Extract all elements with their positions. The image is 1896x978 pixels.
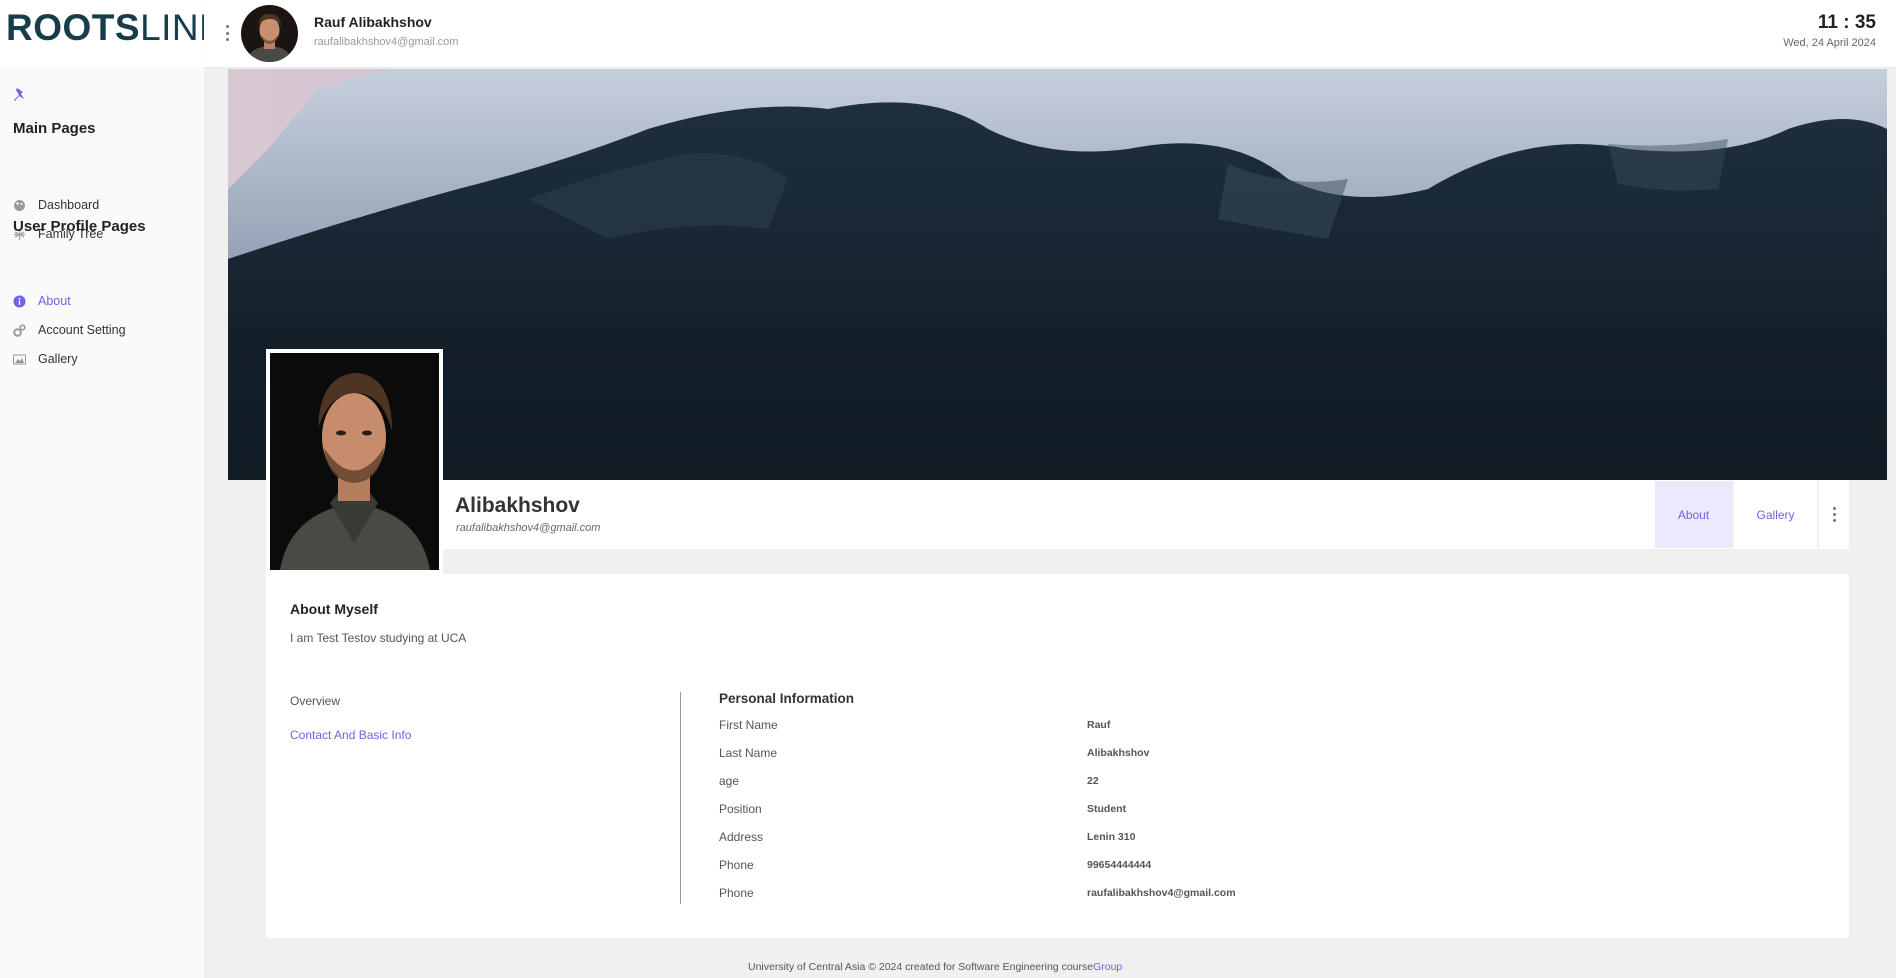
info-row: Address Lenin 310 bbox=[719, 830, 1719, 846]
divider bbox=[680, 692, 681, 904]
footer-group-link[interactable]: Group bbox=[1093, 961, 1122, 973]
info-value: 22 bbox=[1087, 775, 1099, 787]
info-value: Lenin 310 bbox=[1087, 831, 1136, 843]
info-row: Phone raufalibakhshov4@gmail.com bbox=[719, 886, 1719, 902]
info-label: Phone bbox=[719, 858, 754, 872]
info-row: Phone 99654444444 bbox=[719, 858, 1719, 874]
sidebar-item-label: Dashboard bbox=[38, 198, 100, 212]
header-menu-button[interactable] bbox=[224, 25, 230, 41]
footer: University of Central Asia © 2024 create… bbox=[748, 961, 1122, 973]
footer-text: University of Central Asia © 2024 create… bbox=[748, 961, 1094, 973]
section-title-user-profile-pages: User Profile Pages bbox=[13, 218, 146, 235]
info-icon bbox=[13, 295, 26, 308]
more-options-button[interactable] bbox=[1820, 481, 1849, 548]
info-value: Rauf bbox=[1087, 719, 1111, 731]
sidebar-item-label: Gallery bbox=[38, 352, 78, 366]
tab-about[interactable]: About bbox=[1655, 481, 1732, 548]
tab-divider bbox=[1817, 481, 1819, 548]
sidebar-item-gallery[interactable]: Gallery bbox=[13, 349, 78, 369]
image-icon bbox=[13, 353, 26, 366]
header-bar bbox=[204, 0, 1896, 67]
info-label: Address bbox=[719, 830, 764, 844]
profile-email: raufalibakhshov4@gmail.com bbox=[456, 522, 601, 534]
info-label: age bbox=[719, 774, 740, 788]
info-label: Last Name bbox=[719, 746, 778, 760]
header-user-email: raufalibakhshov4@gmail.com bbox=[314, 36, 459, 48]
info-label: Phone bbox=[719, 886, 754, 900]
sidebar-item-dashboard[interactable]: Dashboard bbox=[13, 195, 99, 215]
info-value: 99654444444 bbox=[1087, 859, 1152, 871]
about-title: About Myself bbox=[290, 601, 378, 617]
link-contact-basic-info[interactable]: Contact And Basic Info bbox=[290, 728, 411, 742]
info-row: age 22 bbox=[719, 774, 1719, 790]
sidebar: Main Pages Dashboard Family Tree User Pr… bbox=[0, 67, 204, 978]
clock-time: 11 : 35 bbox=[1817, 12, 1876, 33]
info-value: Alibakhshov bbox=[1087, 747, 1150, 759]
sidebar-item-label: Account Setting bbox=[38, 323, 126, 337]
personal-info-title: Personal Information bbox=[719, 691, 855, 706]
sidebar-item-account-setting[interactable]: Account Setting bbox=[13, 320, 126, 340]
avatar[interactable] bbox=[241, 5, 298, 62]
info-row: Position Student bbox=[719, 802, 1719, 818]
tab-gallery[interactable]: Gallery bbox=[1734, 481, 1817, 548]
info-value: Student bbox=[1087, 803, 1127, 815]
pin-icon[interactable] bbox=[12, 87, 28, 103]
section-title-main-pages: Main Pages bbox=[13, 120, 96, 137]
info-value: raufalibakhshov4@gmail.com bbox=[1087, 887, 1236, 899]
profile-photo bbox=[266, 349, 443, 574]
top-header: ROOTSLINK Rauf Alibakhshov raufalibakhsh… bbox=[0, 0, 1896, 67]
about-text: I am Test Testov studying at UCA bbox=[290, 631, 467, 645]
info-row: First Name Rauf bbox=[719, 718, 1719, 734]
info-label: Position bbox=[719, 802, 762, 816]
app-logo[interactable]: ROOTSLINK bbox=[6, 8, 224, 48]
sidebar-item-label: About bbox=[38, 294, 71, 308]
profile-name: Alibakhshov bbox=[455, 494, 580, 517]
palette-icon bbox=[13, 199, 26, 212]
cover-image bbox=[228, 69, 1887, 480]
info-row: Last Name Alibakhshov bbox=[719, 746, 1719, 762]
clock-date: Wed, 24 April 2024 bbox=[1783, 37, 1876, 49]
info-label: First Name bbox=[719, 718, 778, 732]
sidebar-item-about[interactable]: About bbox=[13, 291, 71, 311]
header-user-name: Rauf Alibakhshov bbox=[314, 14, 432, 30]
gears-icon bbox=[13, 323, 26, 337]
link-overview[interactable]: Overview bbox=[290, 694, 340, 708]
